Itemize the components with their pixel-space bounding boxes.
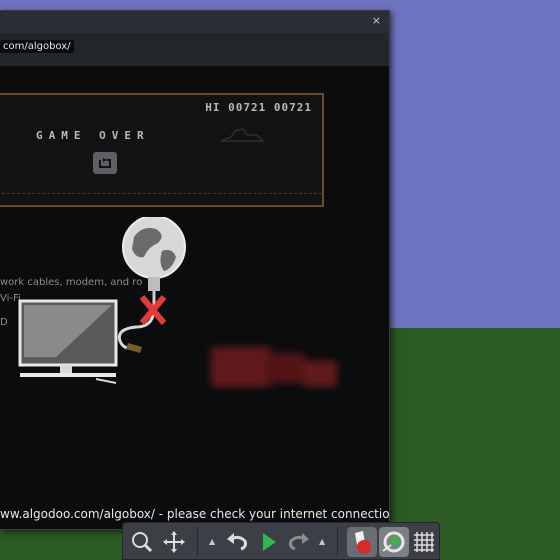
close-button[interactable]: ×: [372, 14, 381, 27]
move-button[interactable]: [161, 529, 187, 555]
window-titlebar[interactable]: ×: [0, 11, 389, 33]
sketch-tool-button[interactable]: [347, 527, 377, 557]
history-down-caret-icon[interactable]: ▲: [319, 537, 325, 546]
offline-illustration: [18, 217, 186, 384]
toolbar-divider: [197, 527, 198, 557]
game-ground-line: [0, 193, 322, 194]
url-text[interactable]: com/algobox/: [0, 40, 74, 53]
computer-monitor-icon: [18, 299, 118, 384]
redo-button[interactable]: [285, 529, 311, 555]
url-bar: com/algobox/: [0, 33, 389, 67]
gear-tool-icon: [382, 531, 405, 553]
grid-button[interactable]: [411, 529, 437, 555]
zoom-icon: [132, 532, 153, 553]
hint-line-3: D: [0, 317, 8, 328]
hi-score: HI 00721 00721: [205, 101, 312, 114]
globe-icon: [122, 217, 186, 303]
browser-content: HI 00721 00721 GAME OVER work cables, mo…: [0, 67, 390, 529]
play-icon: [263, 533, 276, 551]
gear-tool-button[interactable]: [379, 527, 409, 557]
redo-icon: [289, 533, 309, 551]
game-over-text: GAME OVER: [36, 129, 150, 142]
blurred-red-figure: [211, 347, 337, 387]
play-button[interactable]: [255, 529, 281, 555]
undo-button[interactable]: [225, 529, 251, 555]
restart-button[interactable]: [93, 152, 117, 174]
grid-icon: [414, 532, 434, 552]
dino-game-panel[interactable]: HI 00721 00721 GAME OVER: [0, 93, 324, 207]
cloud-icon: [220, 128, 265, 142]
algobox-window: × com/algobox/ HI 00721 00721 GAME OVER …: [0, 10, 390, 530]
toolbar-divider: [337, 527, 338, 557]
zoom-button[interactable]: [129, 529, 155, 555]
connection-error-message: ww.algodoo.com/algobox/ - please check y…: [0, 507, 390, 521]
undo-icon: [227, 533, 247, 551]
sketch-tool-icon: [355, 531, 371, 554]
history-up-caret-icon[interactable]: ▲: [209, 537, 215, 546]
restart-icon: [99, 158, 111, 168]
bottom-toolbar: ▲ ▲: [122, 522, 440, 560]
move-icon: [163, 531, 185, 553]
